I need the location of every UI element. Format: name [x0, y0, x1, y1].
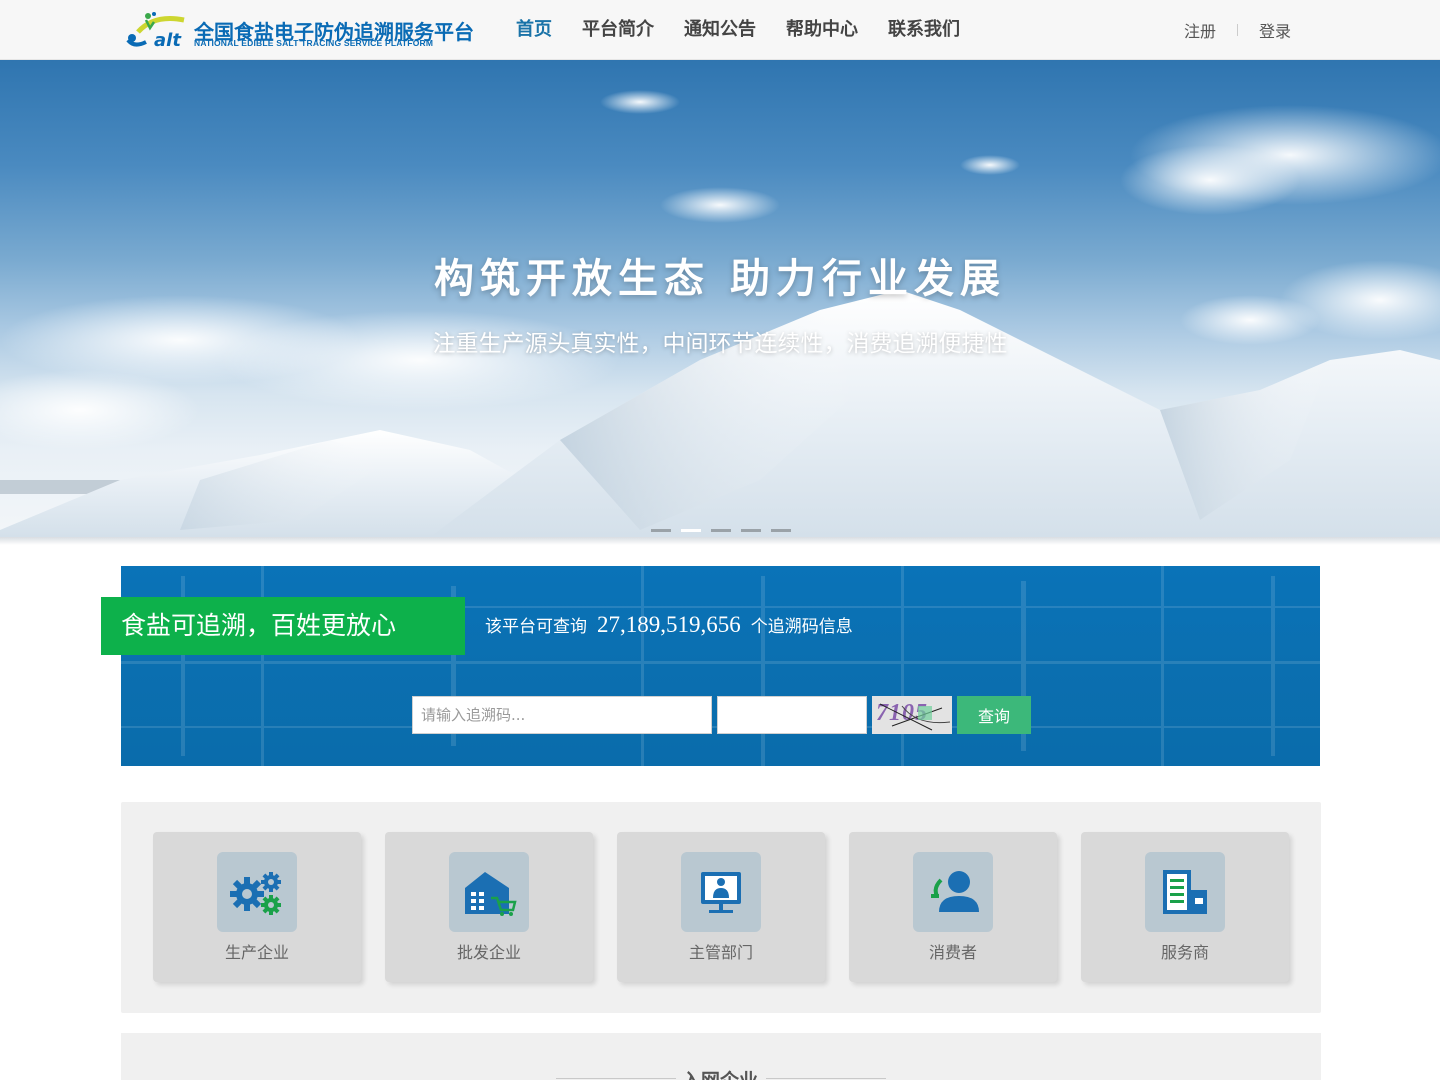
hero-bottom-shadow — [0, 537, 1440, 545]
warehouse-cart-icon — [449, 852, 529, 932]
nav-notices[interactable]: 通知公告 — [684, 0, 756, 60]
captcha-input[interactable] — [717, 696, 867, 734]
trace-code-statistic: 该平台可查询 27,189,519,656 个追溯码信息 — [485, 612, 853, 638]
band-texture — [121, 566, 1320, 766]
category-card-wholesaler[interactable]: 批发企业 — [385, 832, 593, 982]
top-header: alt 全国食盐电子防伪追溯服务平台 NATIONAL EDIBLE SALT … — [0, 0, 1440, 60]
nav-about[interactable]: 平台简介 — [582, 0, 654, 60]
gears-icon — [217, 852, 297, 932]
nav-contact[interactable]: 联系我们 — [888, 0, 960, 60]
category-label: 主管部门 — [688, 943, 753, 962]
login-link[interactable]: 登录 — [1259, 18, 1291, 42]
nav-home[interactable]: 首页 — [516, 0, 552, 60]
carousel-dot-2[interactable] — [681, 529, 701, 532]
consumer-person-icon — [913, 852, 993, 932]
captcha-image[interactable]: 7105 — [872, 696, 952, 734]
officer-screen-icon — [681, 852, 761, 932]
category-card-service-provider[interactable]: 服务商 — [1081, 832, 1289, 982]
slogan-banner: 食盐可追溯，百姓更放心 — [101, 597, 465, 655]
category-label: 消费者 — [928, 943, 977, 962]
hero-title: 构筑开放生态 助力行业发展 — [434, 256, 1006, 302]
salt-logo-icon: alt — [126, 12, 185, 51]
category-card-producer[interactable]: 生产企业 — [153, 832, 361, 982]
nav-help[interactable]: 帮助中心 — [786, 0, 858, 60]
hero-subtitle: 注重生产源头真实性，中间环节连续性，消费追溯便捷性 — [432, 331, 1008, 357]
category-label: 服务商 — [1160, 943, 1209, 962]
site-logo[interactable]: alt 全国食盐电子防伪追溯服务平台 NATIONAL EDIBLE SALT … — [124, 10, 474, 52]
register-link[interactable]: 注册 — [1184, 18, 1216, 42]
logo-mark-text: alt — [154, 30, 182, 51]
query-button[interactable]: 查询 — [957, 696, 1031, 734]
carousel-dot-4[interactable] — [741, 529, 761, 532]
auth-divider — [1237, 24, 1239, 36]
carousel-dot-5[interactable] — [771, 529, 791, 532]
auth-links: 注册 登录 — [1184, 0, 1291, 60]
captcha-graphic: 7105 — [872, 696, 952, 734]
carousel-dot-3[interactable] — [711, 529, 731, 532]
main-nav: 首页 平台简介 通知公告 帮助中心 联系我们 — [516, 0, 990, 60]
stat-number: 27,189,519,656 — [597, 612, 741, 637]
hero-banner: 构筑开放生态 助力行业发展 注重生产源头真实性，中间环节连续性，消费追溯便捷性 — [0, 60, 1440, 537]
category-card-consumer[interactable]: 消费者 — [849, 832, 1057, 982]
category-card-authority[interactable]: 主管部门 — [617, 832, 825, 982]
category-label: 批发企业 — [456, 943, 521, 962]
logo-title-en: NATIONAL EDIBLE SALT TRACING SERVICE PLA… — [194, 38, 434, 48]
category-label: 生产企业 — [224, 943, 289, 962]
carousel-indicators — [651, 529, 801, 532]
network-enterprises-title: 入网企业 — [0, 1066, 1440, 1080]
trace-code-input[interactable] — [412, 696, 712, 734]
trace-search-band — [121, 566, 1320, 766]
carousel-dot-1[interactable] — [651, 529, 671, 532]
stat-suffix: 个追溯码信息 — [750, 617, 853, 637]
building-document-icon — [1145, 852, 1225, 932]
stat-prefix: 该平台可查询 — [485, 617, 587, 637]
